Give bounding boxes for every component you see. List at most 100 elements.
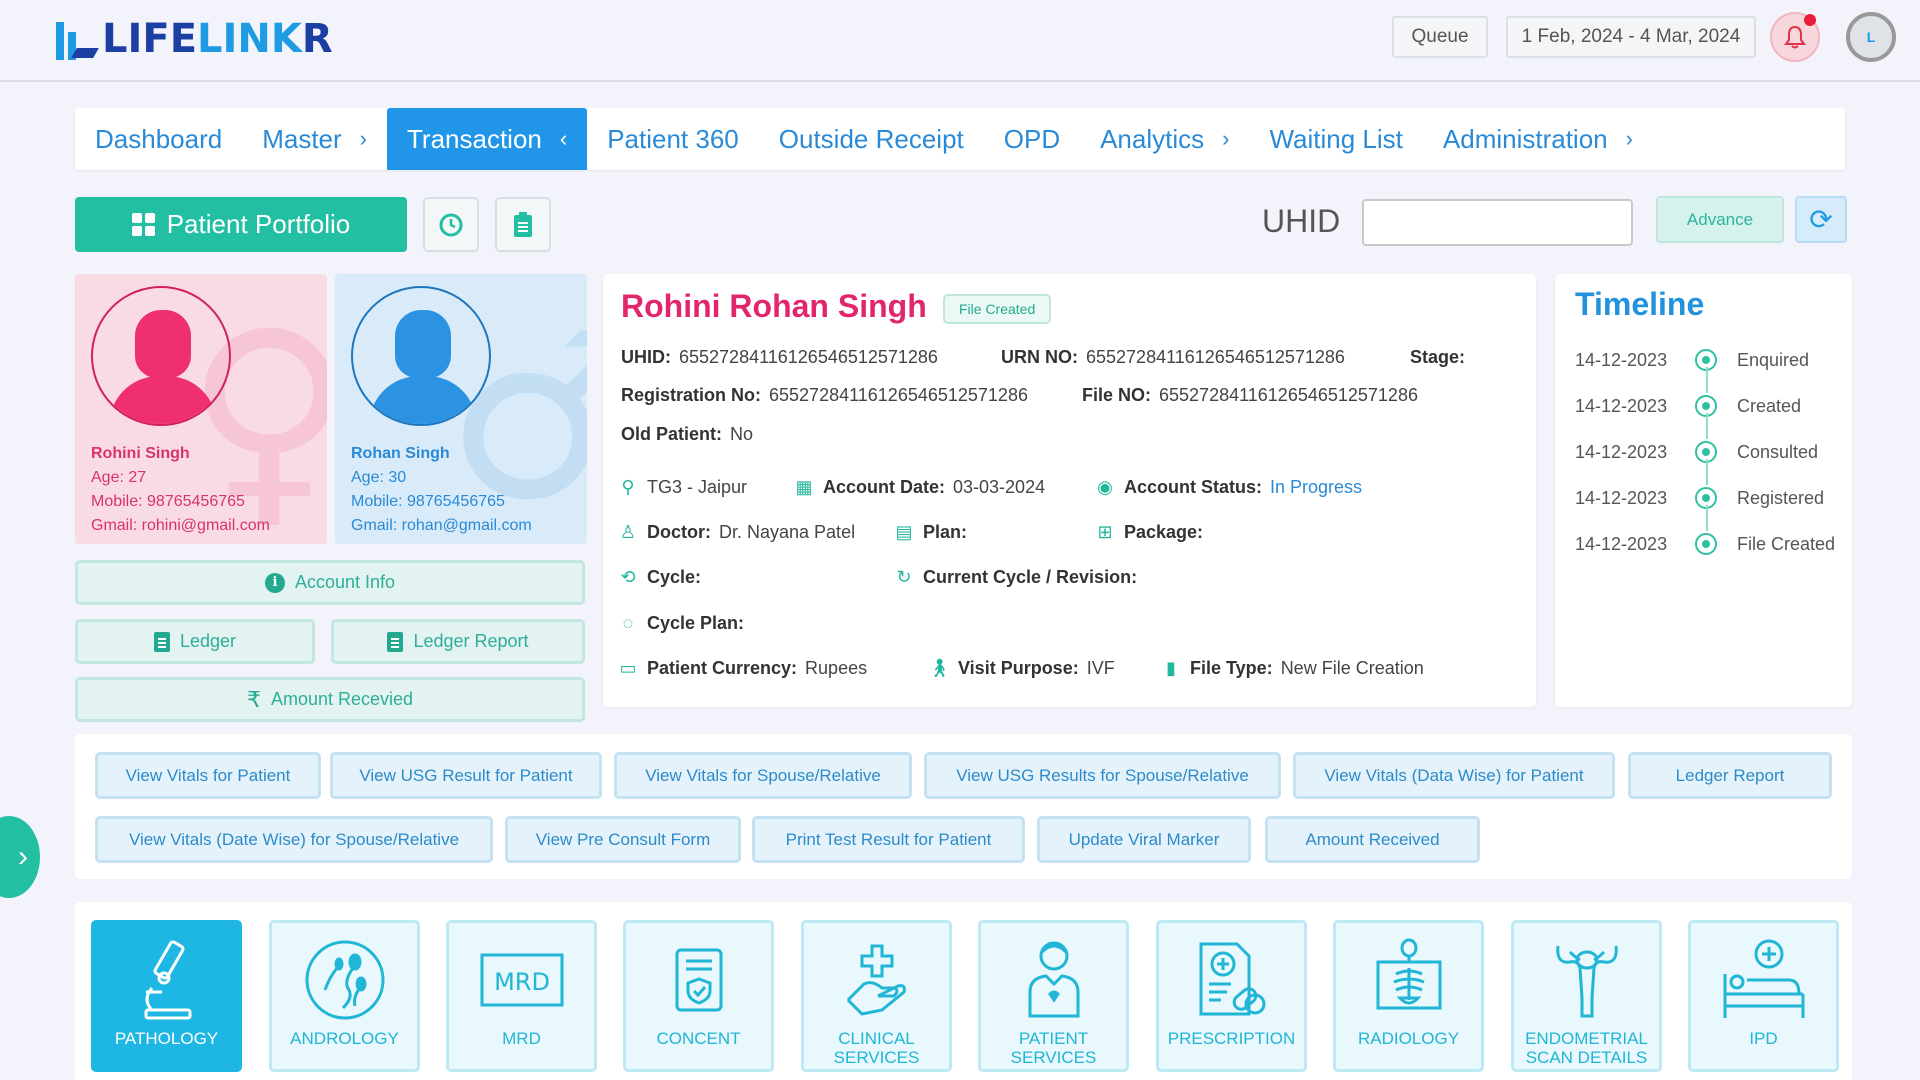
history-clock-icon xyxy=(439,213,463,236)
male-patient-mobile: Mobile: 98765456765 xyxy=(351,493,505,510)
clipboard-button[interactable] xyxy=(495,197,551,252)
timeline-connector xyxy=(1706,505,1708,531)
date-range-picker[interactable]: 1 Feb, 2024 - 4 Mar, 2024 xyxy=(1506,16,1756,58)
female-patient-card[interactable]: ♀ Rohini Singh Age: 27 Mobile: 987654567… xyxy=(75,274,327,544)
module-radiology-tile[interactable]: Radiology xyxy=(1333,920,1484,1072)
module-andrology-tile[interactable]: Andrology xyxy=(269,920,420,1072)
action-view-vitals-for-patient-button[interactable]: View Vitals for Patient xyxy=(95,752,321,799)
nav-tab-patient-360[interactable]: Patient 360 xyxy=(587,108,759,170)
queue-button[interactable]: Queue xyxy=(1392,16,1488,58)
patient-currency-field: ▭ Patient Currency: Rupees xyxy=(617,658,867,679)
action-view-usg-results-for-spouse-relative-button[interactable]: View USG Results for Spouse/Relative xyxy=(924,752,1281,799)
nav-tab-waiting-list[interactable]: Waiting List xyxy=(1249,108,1422,170)
clipboard-icon xyxy=(153,631,170,652)
plan-field: ▤ Plan: xyxy=(893,522,975,543)
action-ledger-report-button[interactable]: Ledger Report xyxy=(1628,752,1832,799)
male-patient-name: Rohan Singh xyxy=(351,445,450,462)
nav-tab-transaction[interactable]: Transaction ‹ xyxy=(387,108,588,170)
account-date-field: ▦ Account Date: 03-03-2024 xyxy=(793,477,1045,498)
patient-portfolio-button[interactable]: Patient Portfolio xyxy=(75,197,407,252)
module-concent-tile[interactable]: Concent xyxy=(623,920,774,1072)
svg-text:MRD: MRD xyxy=(494,968,550,996)
timeline-title: Timeline xyxy=(1575,286,1705,322)
file-type-field: ▮ File Type: New File Creation xyxy=(1160,658,1424,679)
ledger-report-button[interactable]: Ledger Report xyxy=(331,619,585,664)
timeline-event: 14-12-2023 Registered xyxy=(1575,483,1824,513)
timeline-event: 14-12-2023 Consulted xyxy=(1575,437,1818,467)
module-label: Pathology xyxy=(114,1029,219,1048)
timeline-connector xyxy=(1706,413,1708,439)
nav-tab-label: Transaction xyxy=(407,123,542,154)
timeline-date: 14-12-2023 xyxy=(1575,533,1668,554)
logo-text-life: LIFE xyxy=(102,16,198,62)
action-update-viral-marker-button[interactable]: Update Viral Marker xyxy=(1037,816,1251,863)
module-pathology-tile[interactable]: Pathology xyxy=(91,920,242,1072)
module-label: Clinical Services xyxy=(833,1029,920,1067)
calendar-icon: ▦ xyxy=(795,477,813,497)
walking-person-icon: 🚶︎ xyxy=(928,658,951,678)
module-clinical-services-tile[interactable]: Clinical Services xyxy=(801,920,952,1072)
male-patient-age: Age: 30 xyxy=(351,469,407,486)
nav-tab-dashboard[interactable]: Dashboard xyxy=(75,108,242,170)
action-amount-received-button[interactable]: Amount Received xyxy=(1265,816,1480,863)
amount-received-button[interactable]: ₹ Amount Recevied xyxy=(75,677,585,722)
uhid-search-input[interactable] xyxy=(1362,199,1633,246)
current-cycle-field: ↻ Current Cycle / Revision: xyxy=(893,567,1145,588)
nav-tab-analytics[interactable]: Analytics › xyxy=(1080,108,1249,170)
nav-tab-label: Analytics xyxy=(1100,123,1205,154)
app-header: LIFE LINK R Queue 1 Feb, 2024 - 4 Mar, 202… xyxy=(0,0,1920,82)
nav-tab-administration[interactable]: Administration › xyxy=(1423,108,1653,170)
history-button[interactable] xyxy=(423,197,479,252)
cycle-plan-field: ◌ Cycle Plan: xyxy=(617,613,752,634)
clipboard-icon xyxy=(514,211,532,237)
action-view-usg-result-for-patient-button[interactable]: View USG Result for Patient xyxy=(330,752,602,799)
doctor-icon: ♙ xyxy=(619,522,637,542)
refresh-button[interactable]: ⟳ xyxy=(1795,196,1847,243)
module-patient-services-tile[interactable]: Patient Services xyxy=(978,920,1129,1072)
action-print-test-result-for-patient-button[interactable]: Print Test Result for Patient xyxy=(752,816,1025,863)
module-prescription-tile[interactable]: Prescription xyxy=(1156,920,1307,1072)
nav-tab-label: Master xyxy=(262,123,342,154)
nav-tab-outside-receipt[interactable]: Outside Receipt xyxy=(759,108,984,170)
action-view-vitals-for-spouse-relative-button[interactable]: View Vitals for Spouse/Relative xyxy=(614,752,912,799)
timeline-node-icon xyxy=(1695,533,1717,555)
timeline-connector xyxy=(1706,367,1708,393)
nav-tab-label: Patient 360 xyxy=(607,123,739,154)
nav-tab-label: Dashboard xyxy=(95,123,223,154)
uhid-label: UHID xyxy=(1262,203,1341,239)
user-avatar[interactable]: L xyxy=(1846,12,1896,62)
notification-bell-button[interactable] xyxy=(1770,12,1820,62)
module-ipd-tile[interactable]: IPD xyxy=(1688,920,1839,1072)
chevron-right-icon: › xyxy=(1222,126,1230,151)
ledger-button[interactable]: Ledger xyxy=(75,619,315,664)
male-patient-card[interactable]: ♂ Rohan Singh Age: 30 Mobile: 9876545676… xyxy=(335,274,587,544)
account-status-field: ◉ Account Status: In Progress xyxy=(1094,477,1362,498)
hand-cross-icon xyxy=(842,937,912,1023)
stage-field: Stage: xyxy=(1410,347,1466,367)
ledger-report-label: Ledger Report xyxy=(413,631,529,651)
doctor-field: ♙ Doctor: Dr. Nayana Patel xyxy=(617,522,855,543)
action-view-pre-consult-form-button[interactable]: View Pre Consult Form xyxy=(505,816,741,863)
action-view-vitals-data-wise-for-patient-button[interactable]: View Vitals (Data Wise) for Patient xyxy=(1293,752,1615,799)
nav-tab-label: Administration xyxy=(1442,123,1608,154)
action-view-vitals-date-wise-for-spouse-relative-button[interactable]: View Vitals (Date Wise) for Spouse/Relat… xyxy=(95,816,493,863)
lifelinkr-logo[interactable]: LIFE LINK R xyxy=(56,16,333,62)
female-patient-gmail: Gmail: rohini@gmail.com xyxy=(91,517,270,534)
nav-tab-opd[interactable]: OPD xyxy=(984,108,1080,170)
nav-tab-master[interactable]: Master › xyxy=(242,108,387,170)
module-label: IPD xyxy=(1749,1029,1778,1048)
timeline-event: 14-12-2023 File Created xyxy=(1575,529,1835,559)
male-patient-gmail: Gmail: rohan@gmail.com xyxy=(351,517,532,534)
currency-icon: ▭ xyxy=(619,658,637,678)
microscope-icon xyxy=(132,937,202,1023)
module-mrd-tile[interactable]: MRD MRD xyxy=(446,920,597,1072)
sidebar-expand-button[interactable]: › xyxy=(0,816,40,898)
module-label: Patient Services xyxy=(1010,1029,1097,1067)
module-endometrial-scan-details-tile[interactable]: Endometrial Scan Details xyxy=(1511,920,1662,1072)
account-info-button[interactable]: i Account Info xyxy=(75,560,585,605)
uterus-icon xyxy=(1552,937,1622,1023)
advance-search-button[interactable]: Advance xyxy=(1656,196,1784,243)
hospital-bed-icon xyxy=(1719,937,1809,1023)
old-patient-field: Old Patient: No xyxy=(621,424,754,444)
prescription-icon xyxy=(1197,937,1267,1023)
